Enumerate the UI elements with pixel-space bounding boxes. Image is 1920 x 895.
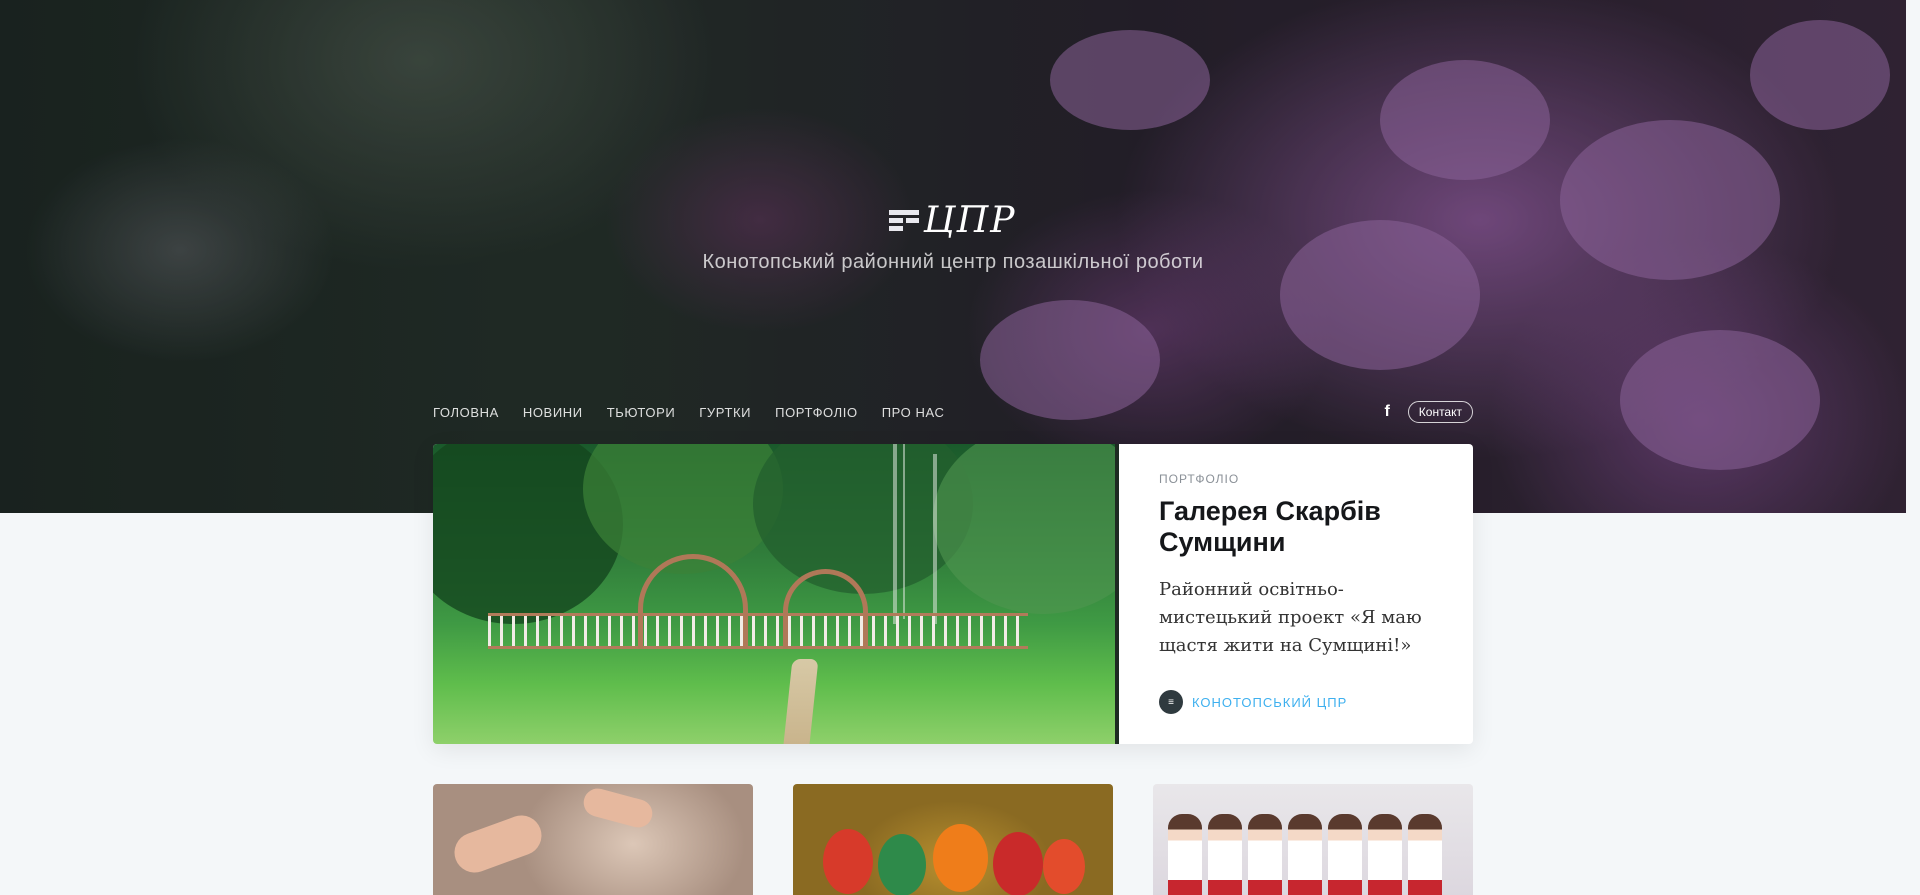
nav-item-clubs[interactable]: ГУРТКИ	[699, 405, 751, 420]
author-avatar: ≡	[1159, 690, 1183, 714]
post-card-image[interactable]	[433, 784, 753, 895]
nav-item-portfolio[interactable]: ПОРТФОЛІО	[775, 405, 858, 420]
main-nav: ГОЛОВНА НОВИНИ ТЬЮТОРИ ГУРТКИ ПОРТФОЛІО …	[433, 400, 1473, 424]
post-excerpt: Районний освітньо-мистецький проект «Я м…	[1159, 579, 1422, 656]
post-author[interactable]: ≡ КОНОТОПСЬКИЙ ЦПР	[1159, 690, 1347, 714]
logo-mark-icon	[889, 208, 920, 234]
gate-illustration	[488, 554, 1028, 649]
post-tag[interactable]: ПОРТФОЛІО	[1159, 472, 1433, 486]
featured-post-content: ПОРТФОЛІО Галерея Скарбів Сумщини Районн…	[1119, 444, 1473, 744]
nav-item-tutors[interactable]: ТЬЮТОРИ	[607, 405, 676, 420]
author-name[interactable]: КОНОТОПСЬКИЙ ЦПР	[1192, 695, 1347, 710]
nav-item-about[interactable]: ПРО НАС	[882, 405, 945, 420]
brand: ЦПР Конотопський районний центр позашкіл…	[0, 200, 1906, 274]
site-logo[interactable]: ЦПР	[889, 200, 1016, 241]
nav-item-home[interactable]: ГОЛОВНА	[433, 405, 499, 420]
post-card-image[interactable]	[1153, 784, 1473, 895]
nav-actions: f Контакт	[1384, 401, 1473, 423]
hero-header: ЦПР Конотопський районний центр позашкіл…	[0, 0, 1906, 513]
logo-text: ЦПР	[923, 200, 1017, 241]
facebook-icon[interactable]: f	[1384, 403, 1389, 421]
nav-item-news[interactable]: НОВИНИ	[523, 405, 583, 420]
post-title[interactable]: Галерея Скарбів Сумщини	[1159, 496, 1433, 558]
featured-post-card[interactable]: ПОРТФОЛІО Галерея Скарбів Сумщини Районн…	[433, 444, 1473, 744]
post-feed	[433, 784, 1473, 895]
nav-items: ГОЛОВНА НОВИНИ ТЬЮТОРИ ГУРТКИ ПОРТФОЛІО …	[433, 405, 945, 420]
featured-post-image[interactable]	[433, 444, 1115, 744]
post-card-image[interactable]	[793, 784, 1113, 895]
contact-button[interactable]: Контакт	[1407, 401, 1473, 423]
site-tagline: Конотопський районний центр позашкільної…	[702, 251, 1204, 273]
